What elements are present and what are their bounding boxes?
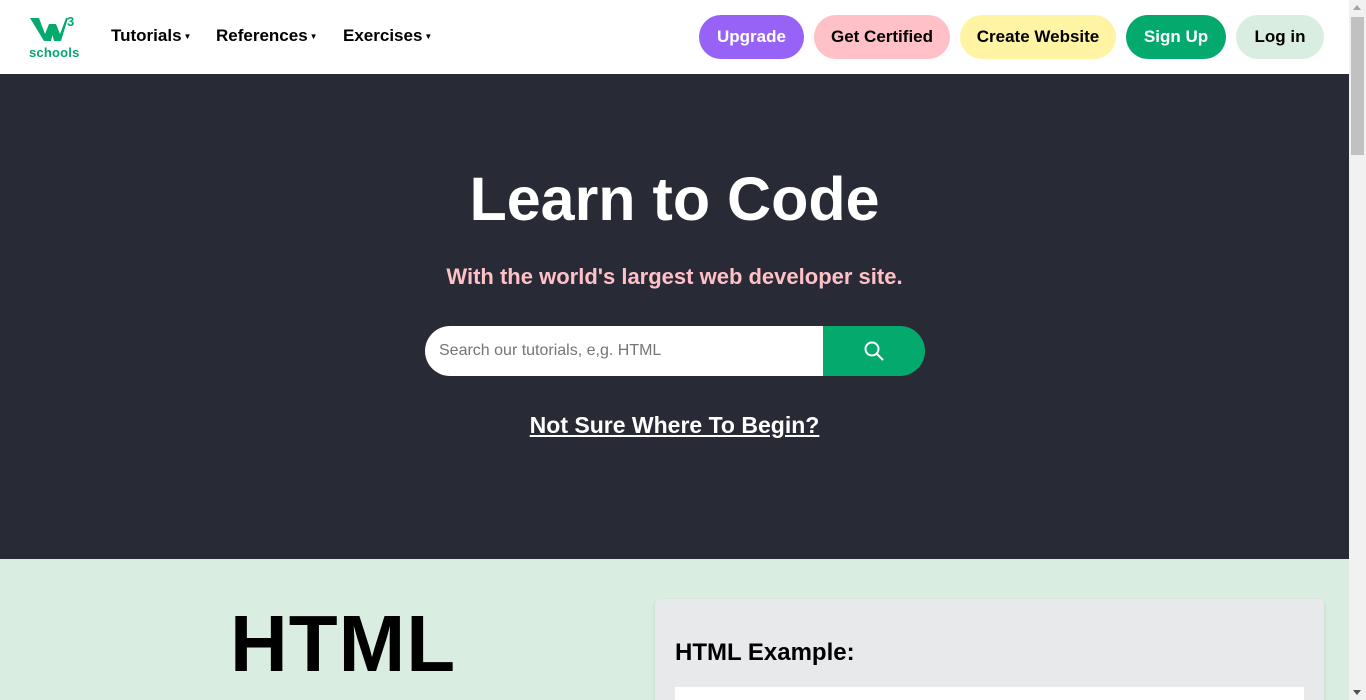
search-button[interactable]	[823, 326, 925, 376]
page: 3 schools Tutorials ▼ References ▼ Exercis…	[0, 0, 1349, 700]
hero-title: Learn to Code	[469, 165, 880, 233]
create-website-button[interactable]: Create Website	[960, 15, 1116, 59]
search-input[interactable]	[425, 326, 823, 376]
w3schools-logo[interactable]: 3 schools	[28, 14, 80, 60]
not-sure-where-to-begin-link[interactable]: Not Sure Where To Begin?	[530, 412, 820, 438]
html-section: HTML HTML Example:	[0, 559, 1349, 700]
hero-subtitle: With the world's largest web developer s…	[446, 264, 903, 289]
top-navigation-bar: 3 schools Tutorials ▼ References ▼ Exercis…	[0, 0, 1349, 74]
caret-down-icon: ▼	[183, 32, 192, 41]
html-section-title: HTML	[230, 599, 457, 688]
caret-down-icon: ▼	[424, 32, 433, 41]
menu-exercises[interactable]: Exercises ▼	[343, 26, 432, 46]
sign-up-button[interactable]: Sign Up	[1126, 15, 1226, 59]
get-certified-button[interactable]: Get Certified	[814, 15, 950, 59]
menu-references[interactable]: References ▼	[216, 26, 318, 46]
scrollbar-thumb[interactable]	[1351, 17, 1364, 155]
logo-text: schools	[29, 45, 80, 60]
scroll-down-arrow-icon[interactable]	[1353, 690, 1361, 695]
logo-superscript: 3	[67, 14, 74, 29]
caret-down-icon: ▼	[309, 32, 318, 41]
html-example-card: HTML Example:	[655, 599, 1324, 700]
menu-tutorials[interactable]: Tutorials ▼	[111, 26, 191, 46]
html-example-heading: HTML Example:	[675, 639, 855, 666]
menu-tutorials-label: Tutorials	[111, 26, 182, 45]
menu-references-label: References	[216, 26, 308, 45]
search-icon	[864, 341, 884, 361]
scroll-up-arrow-icon[interactable]	[1353, 5, 1361, 10]
html-example-code-area	[675, 687, 1304, 700]
log-in-button[interactable]: Log in	[1236, 15, 1324, 59]
w3schools-logo-icon: 3	[30, 14, 74, 41]
vertical-scrollbar[interactable]	[1349, 0, 1366, 700]
upgrade-button[interactable]: Upgrade	[699, 15, 804, 59]
hero-section: Learn to Code With the world's largest w…	[0, 74, 1349, 559]
menu-exercises-label: Exercises	[343, 26, 423, 45]
begin-link-container: Not Sure Where To Begin?	[0, 410, 1349, 440]
